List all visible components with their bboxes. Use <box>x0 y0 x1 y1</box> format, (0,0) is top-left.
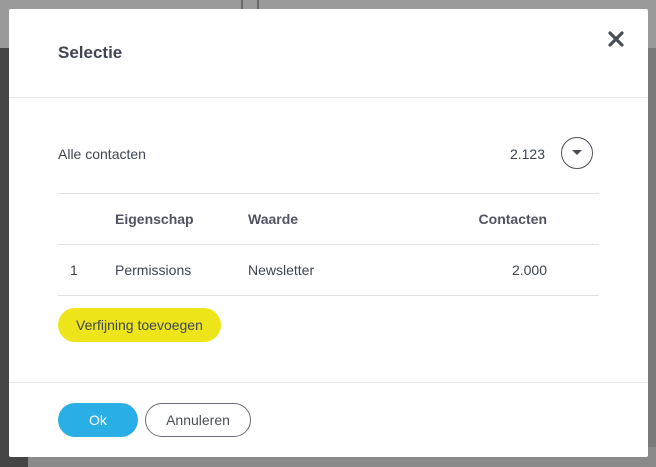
ok-button[interactable]: Ok <box>58 403 138 437</box>
dialog-footer: Ok Annuleren <box>9 382 648 457</box>
header-property: Eigenschap <box>115 211 194 227</box>
header-contacts: Contacten <box>478 211 547 227</box>
summary-count: 2.123 <box>509 146 545 162</box>
summary-row: Alle contacten 2.123 <box>58 137 599 171</box>
summary-label: Alle contacten <box>58 146 146 162</box>
close-button[interactable] <box>606 29 626 49</box>
background-edge <box>648 48 656 467</box>
header-value: Waarde <box>248 211 299 227</box>
refinement-table: Eigenschap Waarde Contacten 1 Permission… <box>58 193 599 296</box>
add-refinement-button[interactable]: Verfijning toevoegen <box>58 308 221 342</box>
row-value: Newsletter <box>248 262 315 278</box>
table-header: Eigenschap Waarde Contacten <box>58 194 599 245</box>
row-index: 1 <box>70 262 78 278</box>
selection-dialog: Selectie Alle contacten 2.123 Eigenschap… <box>9 9 648 457</box>
row-property: Permissions <box>115 262 192 278</box>
cancel-button[interactable]: Annuleren <box>145 403 251 437</box>
dialog-title: Selectie <box>58 43 123 62</box>
table-row[interactable]: 1 Permissions Newsletter 2.000 <box>58 245 599 296</box>
dialog-header: Selectie <box>9 9 648 98</box>
close-icon <box>608 31 624 47</box>
row-contacts: 2.000 <box>511 262 547 278</box>
caret-down-icon <box>572 150 582 155</box>
summary-dropdown-button[interactable] <box>561 137 593 169</box>
